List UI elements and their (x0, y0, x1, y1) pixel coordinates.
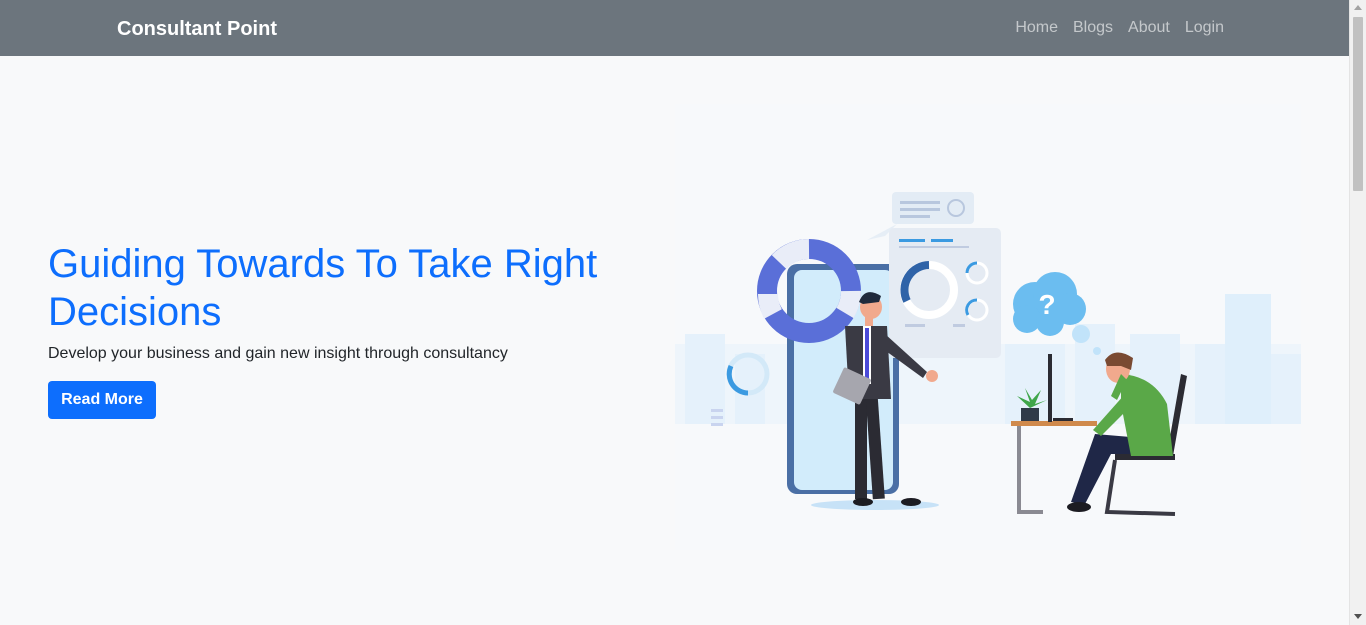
svg-text:?: ? (1038, 289, 1055, 320)
navbar: Consultant Point Home Blogs About Login (0, 0, 1349, 56)
consulting-illustration: ? (675, 192, 1301, 516)
scroll-up-arrow-icon[interactable] (1354, 5, 1362, 10)
nav-link-about[interactable]: About (1128, 18, 1170, 38)
hero-illustration: ? (675, 104, 1301, 550)
nav-link-blogs[interactable]: Blogs (1073, 18, 1113, 38)
hero-subtitle: Develop your business and gain new insig… (48, 345, 508, 362)
hero-title: Guiding Towards To Take Right Decisions (48, 242, 598, 334)
nav-link-home[interactable]: Home (1015, 18, 1058, 38)
nav-links: Home Blogs About Login (1015, 18, 1224, 38)
scroll-down-arrow-icon[interactable] (1354, 614, 1362, 619)
scroll-thumb[interactable] (1353, 17, 1363, 191)
nav-link-login[interactable]: Login (1185, 18, 1224, 38)
read-more-button[interactable]: Read More (48, 381, 156, 419)
brand-logo[interactable]: Consultant Point (117, 17, 277, 41)
page-scrollbar[interactable] (1349, 0, 1366, 625)
